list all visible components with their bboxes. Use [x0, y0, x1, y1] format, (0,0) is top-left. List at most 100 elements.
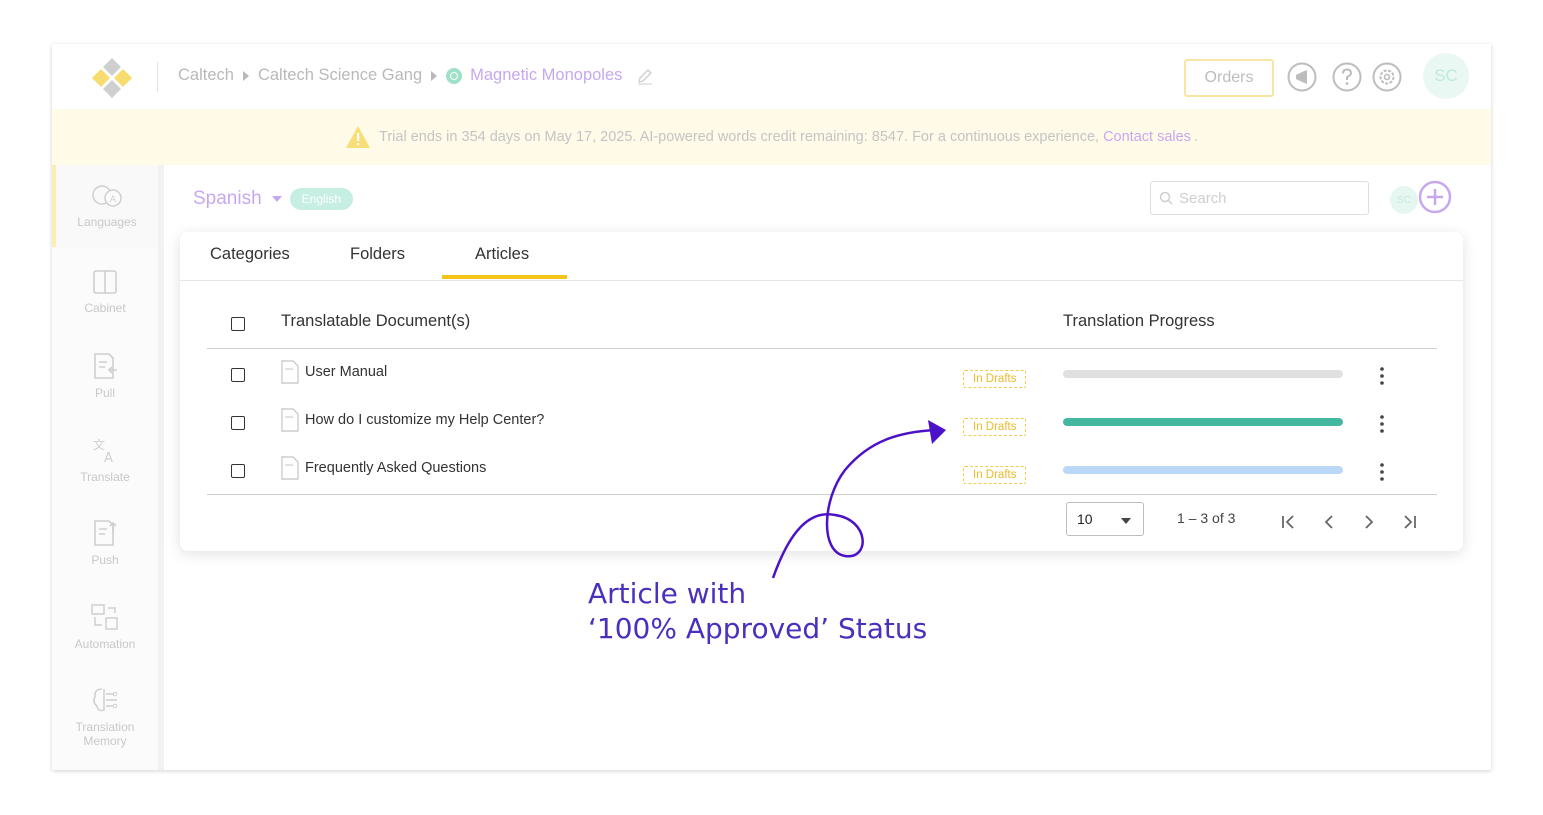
cabinet-icon — [93, 270, 117, 294]
contact-sales-link[interactable]: Contact sales — [1103, 129, 1191, 145]
sidebar-item-automation[interactable]: Automation — [52, 603, 158, 681]
source-language-badge: English — [289, 188, 354, 210]
more-options-icon[interactable] — [1380, 366, 1384, 386]
table-row[interactable]: Frequently Asked Questions In Drafts — [207, 448, 1437, 496]
sidebar-item-cabinet[interactable]: Cabinet — [52, 269, 158, 347]
document-title[interactable]: How do I customize my Help Center? — [305, 412, 544, 428]
automation-icon — [91, 604, 118, 630]
document-icon — [281, 456, 299, 480]
annotation-text: Article with ‘100% Approved’ Status — [588, 576, 927, 646]
tab-bar: Categories Folders Articles — [180, 232, 1463, 281]
sidebar-item-languages[interactable]: A Languages — [52, 165, 158, 247]
first-page-icon[interactable] — [1279, 512, 1299, 532]
svg-text:A: A — [104, 451, 113, 464]
status-badge: In Drafts — [963, 466, 1027, 484]
translate-icon: 文 A — [93, 437, 113, 464]
more-options-icon[interactable] — [1380, 462, 1384, 482]
document-title[interactable]: User Manual — [305, 364, 387, 380]
breadcrumb-project[interactable]: Magnetic Monopoles — [470, 66, 622, 85]
status-badge: In Drafts — [963, 418, 1027, 436]
column-header-progress[interactable]: Translation Progress — [1063, 312, 1215, 331]
document-icon — [281, 408, 299, 432]
sidebar-item-label: Automation — [74, 637, 136, 651]
table-header: Translatable Document(s) Translation Pro… — [207, 302, 1437, 349]
gear-icon[interactable] — [1372, 62, 1402, 92]
more-options-icon[interactable] — [1380, 414, 1384, 434]
help-icon[interactable] — [1332, 62, 1362, 92]
project-icon — [446, 67, 463, 84]
tab-folders[interactable]: Folders — [350, 245, 405, 264]
progress-bar — [1063, 418, 1343, 426]
breadcrumb-org[interactable]: Caltech — [178, 66, 234, 85]
language-selector[interactable]: Spanish English — [193, 188, 354, 210]
tab-articles[interactable]: Articles — [475, 245, 529, 264]
sidebar: A Languages Cabinet Pull 文 A Translate P… — [52, 165, 158, 770]
annotation-line-2: ‘100% Approved’ Status — [588, 612, 928, 645]
languages-icon: A — [92, 185, 122, 207]
target-language[interactable]: Spanish — [193, 188, 262, 210]
progress-fill — [1063, 418, 1343, 426]
megaphone-icon[interactable] — [1287, 62, 1317, 92]
pagination-range: 1 – 3 of 3 — [1177, 510, 1236, 526]
svg-text:A: A — [110, 195, 117, 205]
active-tab-indicator — [442, 275, 567, 279]
collaborator-avatar[interactable]: SC — [1390, 186, 1418, 214]
annotation-line-1: Article with — [588, 577, 747, 610]
add-button[interactable] — [1418, 180, 1452, 214]
trial-suffix: . — [1193, 129, 1198, 145]
progress-bar — [1063, 370, 1343, 378]
sidebar-item-label: Translation Memory — [75, 720, 135, 748]
app-logo[interactable] — [90, 56, 134, 100]
table-row[interactable]: User Manual In Drafts — [207, 352, 1437, 400]
sidebar-item-label: Translate — [80, 470, 130, 484]
trial-banner: Trial ends in 354 days on May 17, 2025. … — [52, 109, 1491, 165]
previous-page-icon[interactable] — [1319, 512, 1339, 532]
breadcrumb-arrow-icon — [242, 70, 249, 81]
document-icon — [281, 360, 299, 384]
status-badge: In Drafts — [963, 370, 1027, 388]
pull-icon — [94, 353, 117, 379]
search-box[interactable]: Search — [1150, 181, 1369, 215]
sidebar-item-push[interactable]: Push — [52, 519, 158, 597]
rows-per-page-value: 10 — [1077, 511, 1093, 527]
last-page-icon[interactable] — [1399, 512, 1419, 532]
chevron-down-icon[interactable] — [271, 196, 282, 202]
edit-pencil-icon[interactable] — [636, 67, 654, 85]
chevron-down-icon — [1121, 518, 1131, 524]
document-title[interactable]: Frequently Asked Questions — [305, 460, 486, 476]
breadcrumb-arrow-icon — [431, 70, 438, 81]
next-page-icon[interactable] — [1359, 512, 1379, 532]
rows-per-page-select[interactable]: 10 — [1066, 502, 1144, 536]
select-all-checkbox[interactable] — [231, 317, 245, 331]
sidebar-item-label: Push — [91, 553, 119, 567]
table-footer-divider — [207, 494, 1437, 495]
sidebar-item-label: Pull — [94, 386, 115, 400]
sidebar-item-label: Languages — [77, 215, 137, 229]
tab-categories[interactable]: Categories — [210, 245, 290, 264]
row-checkbox[interactable] — [231, 368, 245, 382]
user-avatar[interactable]: SC — [1423, 53, 1469, 99]
search-icon — [1159, 191, 1173, 205]
divider — [157, 62, 158, 92]
orders-button[interactable]: Orders — [1184, 59, 1274, 97]
translation-memory-icon — [93, 688, 118, 712]
sidebar-item-pull[interactable]: Pull — [52, 352, 158, 430]
articles-card: Categories Folders Articles Translatable… — [180, 232, 1463, 551]
top-bar: Caltech Caltech Science Gang Magnetic Mo… — [52, 44, 1491, 109]
push-icon — [94, 520, 117, 546]
svg-text:文: 文 — [93, 437, 105, 452]
breadcrumb-team[interactable]: Caltech Science Gang — [258, 66, 422, 85]
progress-bar — [1063, 466, 1343, 474]
sidebar-item-translation-memory[interactable]: Translation Memory — [52, 686, 158, 770]
breadcrumb: Caltech Caltech Science Gang Magnetic Mo… — [178, 66, 654, 85]
trial-text: Trial ends in 354 days on May 17, 2025. … — [379, 129, 1100, 145]
column-header-documents[interactable]: Translatable Document(s) — [281, 312, 470, 331]
search-input[interactable]: Search — [1179, 190, 1227, 207]
warning-icon — [346, 126, 371, 148]
row-checkbox[interactable] — [231, 464, 245, 478]
row-checkbox[interactable] — [231, 416, 245, 430]
sidebar-item-label: Cabinet — [84, 301, 126, 315]
table-row[interactable]: How do I customize my Help Center? In Dr… — [207, 400, 1437, 448]
progress-fill — [1063, 466, 1343, 474]
sidebar-item-translate[interactable]: 文 A Translate — [52, 436, 158, 514]
